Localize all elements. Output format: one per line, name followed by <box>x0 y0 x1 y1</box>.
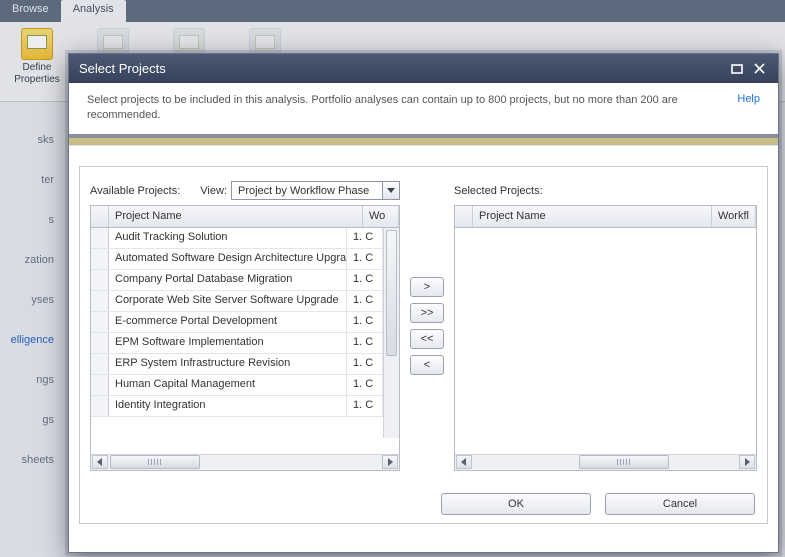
remove-all-button[interactable]: << <box>410 329 444 349</box>
empty-rows <box>455 228 740 454</box>
scroll-right-icon[interactable] <box>739 455 755 469</box>
scroll-right-icon[interactable] <box>382 455 398 469</box>
ok-button[interactable]: OK <box>441 493 591 515</box>
table-row[interactable]: Corporate Web Site Server Software Upgra… <box>91 291 383 312</box>
cell-project-name: E-commerce Portal Development <box>109 312 347 332</box>
col-project-name[interactable]: Project Name <box>473 206 712 227</box>
horizontal-scrollbar[interactable] <box>91 454 399 470</box>
select-projects-dialog: Select Projects Select projects to be in… <box>68 53 779 553</box>
vertical-scrollbar[interactable] <box>383 228 399 438</box>
cell-workflow: 1. C <box>347 249 383 269</box>
dialog-info-bar: Select projects to be included in this a… <box>69 83 778 134</box>
add-button[interactable]: > <box>410 277 444 297</box>
view-label: View: <box>200 185 227 197</box>
col-project-name[interactable]: Project Name <box>109 206 363 227</box>
horizontal-scrollbar[interactable] <box>455 454 756 470</box>
cell-workflow: 1. C <box>347 312 383 332</box>
scrollbar-thumb[interactable] <box>110 455 200 469</box>
row-handle[interactable] <box>91 375 109 395</box>
dialog-body: Available Projects: View: Project by Wor… <box>79 166 768 524</box>
cell-workflow: 1. C <box>347 375 383 395</box>
chevron-down-icon[interactable] <box>382 182 399 199</box>
help-link[interactable]: Help <box>737 93 760 124</box>
grid-header: Project Name Workfl <box>455 206 756 228</box>
cell-project-name: Human Capital Management <box>109 375 347 395</box>
cell-workflow: 1. C <box>347 333 383 353</box>
view-combo-value: Project by Workflow Phase <box>232 185 382 197</box>
add-all-button[interactable]: >> <box>410 303 444 323</box>
row-handle[interactable] <box>91 354 109 374</box>
row-handle-header <box>91 206 109 227</box>
cell-workflow: 1. C <box>347 228 383 248</box>
row-handle[interactable] <box>91 312 109 332</box>
transfer-buttons: > >> << < <box>400 181 454 471</box>
row-handle-header <box>455 206 473 227</box>
remove-button[interactable]: < <box>410 355 444 375</box>
row-handle[interactable] <box>91 333 109 353</box>
selected-projects-panel: Selected Projects: Project Name Workfl <box>454 181 757 471</box>
cell-workflow: 1. C <box>347 354 383 374</box>
table-row[interactable]: Audit Tracking Solution1. C <box>91 228 383 249</box>
scroll-left-icon[interactable] <box>456 455 472 469</box>
available-projects-panel: Available Projects: View: Project by Wor… <box>90 181 400 471</box>
dialog-divider <box>69 134 778 146</box>
table-row[interactable]: EPM Software Implementation1. C <box>91 333 383 354</box>
col-workflow[interactable]: Wo <box>363 206 399 227</box>
cell-project-name: Audit Tracking Solution <box>109 228 347 248</box>
dialog-titlebar[interactable]: Select Projects <box>69 54 778 83</box>
view-combo[interactable]: Project by Workflow Phase <box>231 181 400 200</box>
table-row[interactable]: ERP System Infrastructure Revision1. C <box>91 354 383 375</box>
scroll-left-icon[interactable] <box>92 455 108 469</box>
row-handle[interactable] <box>91 291 109 311</box>
cell-project-name: Company Portal Database Migration <box>109 270 347 290</box>
cell-project-name: EPM Software Implementation <box>109 333 347 353</box>
maximize-icon[interactable] <box>728 61 745 76</box>
cell-workflow: 1. C <box>347 291 383 311</box>
available-projects-label: Available Projects: <box>90 185 180 197</box>
table-row[interactable]: Company Portal Database Migration1. C <box>91 270 383 291</box>
cell-project-name: Corporate Web Site Server Software Upgra… <box>109 291 347 311</box>
row-handle[interactable] <box>91 249 109 269</box>
table-row[interactable]: Human Capital Management1. C <box>91 375 383 396</box>
cell-workflow: 1. C <box>347 396 383 416</box>
scrollbar-thumb[interactable] <box>579 455 669 469</box>
table-row[interactable]: Identity Integration1. C <box>91 396 383 417</box>
table-row[interactable]: Automated Software Design Architecture U… <box>91 249 383 270</box>
close-icon[interactable] <box>751 61 768 76</box>
dialog-button-row: OK Cancel <box>441 493 755 515</box>
cell-project-name: Automated Software Design Architecture U… <box>109 249 347 269</box>
cell-project-name: ERP System Infrastructure Revision <box>109 354 347 374</box>
row-handle[interactable] <box>91 228 109 248</box>
grid-header: Project Name Wo <box>91 206 399 228</box>
row-handle[interactable] <box>91 396 109 416</box>
selected-projects-grid[interactable]: Project Name Workfl <box>454 205 757 471</box>
cancel-button[interactable]: Cancel <box>605 493 755 515</box>
available-projects-grid[interactable]: Project Name Wo Audit Tracking Solution1… <box>90 205 400 471</box>
selected-projects-label: Selected Projects: <box>454 185 543 197</box>
col-workflow[interactable]: Workfl <box>712 206 756 227</box>
row-handle[interactable] <box>91 270 109 290</box>
table-row[interactable]: E-commerce Portal Development1. C <box>91 312 383 333</box>
scrollbar-thumb[interactable] <box>386 230 397 356</box>
dialog-title: Select Projects <box>79 61 722 76</box>
cell-workflow: 1. C <box>347 270 383 290</box>
cell-project-name: Identity Integration <box>109 396 347 416</box>
dialog-info-text: Select projects to be included in this a… <box>87 93 717 124</box>
